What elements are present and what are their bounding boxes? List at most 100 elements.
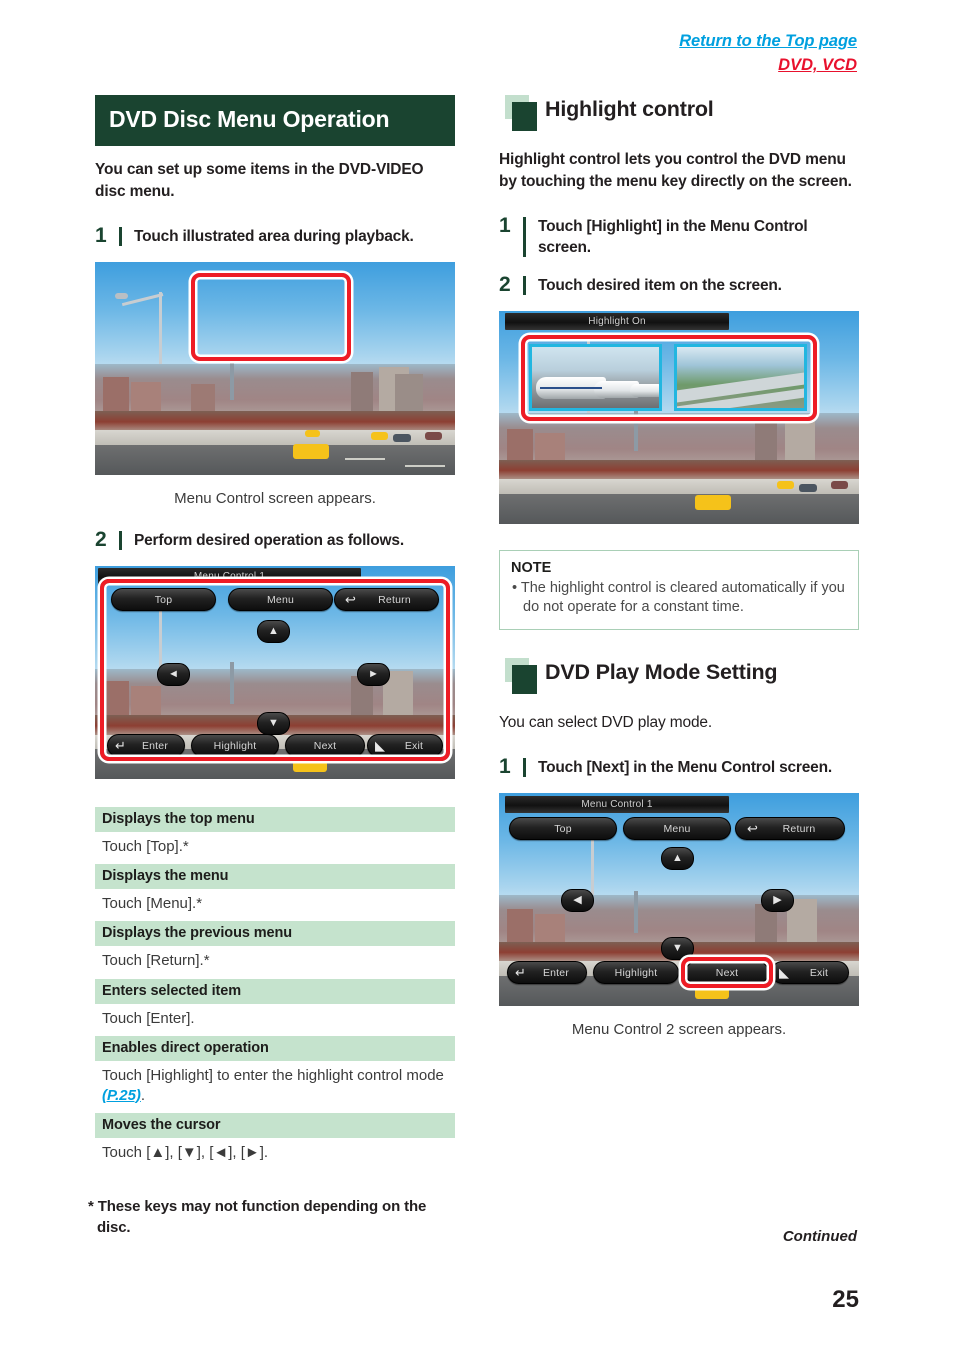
bullet-train-thumbnail[interactable] [529,343,662,411]
lamp-head [115,293,128,300]
step-divider-bar [119,531,122,551]
cursor-left-button[interactable]: ◀ [561,888,594,912]
step-instruction: Touch [Highlight] in the Menu Control sc… [538,218,808,257]
taxi-car [695,494,731,510]
top-navigation-links: Return to the Top page DVD, VCD [679,30,857,77]
roadway [499,494,859,524]
cursor-right-button[interactable]: ▶ [761,888,794,912]
taxi-car [371,432,388,441]
empire-state-spire [634,410,638,451]
note-item: • The highlight control is cleared autom… [512,579,845,616]
menu-button[interactable]: Menu [228,588,333,612]
left-column: DVD Disc Menu Operation You can set up s… [88,95,455,1238]
step-number: 2 [499,272,511,296]
top-menu-button[interactable]: Top [111,588,216,612]
step-instruction: Touch [Next] in the Menu Control screen. [538,758,832,776]
heading-marker-dark-square-icon [512,102,537,131]
taxi-car [293,758,327,773]
manual-page: Return to the Top page DVD, VCD DVD Disc… [0,0,954,1354]
def-body-moves-cursor: Touch [▲], [▼], [◄], [►]. [102,1143,269,1161]
enter-arrow-icon: ↵ [515,964,526,980]
screen-title-bar: Menu Control 1 [98,568,361,586]
def-head-enters-item: Enters selected item [95,978,455,1004]
enter-arrow-icon: ↵ [115,738,126,754]
dvd-play-mode-heading: DVD Play Mode Setting [499,657,859,698]
highlight-status-bar: Highlight On [505,312,729,330]
exit-icon: ◣ [779,964,789,980]
step-number: 1 [499,754,511,778]
roadway [95,445,455,476]
def-head-moves-cursor: Moves the cursor [95,1112,455,1138]
section-title: Highlight control [545,97,714,121]
step-instruction: Perform desired operation as follows. [134,532,404,550]
page-reference-link[interactable]: (P.25) [102,1087,141,1104]
dvd-play-mode-intro: You can select DVD play mode. [499,713,713,731]
aerial-highway-thumbnail[interactable] [674,343,807,411]
def-body-text-pre: Touch [Highlight] to enter the highlight… [102,1066,444,1084]
note-box: NOTE • The highlight control is cleared … [499,549,859,630]
def-body-text-post: . [140,1086,146,1104]
lane-marking [345,458,385,461]
def-body-menu: Touch [Menu].* [102,895,203,913]
highlight-button[interactable]: Highlight [191,734,279,758]
caption-menu-control-2-appears: Menu Control 2 screen appears. [571,1020,787,1038]
caption-menu-control-appears: Menu Control screen appears. [174,490,376,508]
left-step-2: 2 Perform desired operation as follows. [95,528,455,552]
step-divider-bar [523,757,526,777]
menu-control-1-screenshot: Menu Control 1 Top Menu Return ↩ ▲ ◄ ► ▼… [95,566,455,780]
step-divider-bar [119,227,122,247]
dvd-playback-screenshot [95,262,455,476]
empire-state-spire [634,890,638,933]
cursor-right-button[interactable]: ► [357,663,390,687]
def-head-menu: Displays the menu [95,864,455,890]
heading-marker-dark-square-icon [512,664,537,694]
next-button[interactable]: Next [685,960,769,984]
taxi-car [293,444,329,460]
cursor-down-button[interactable]: ▼ [257,712,290,736]
def-body-top-menu: Touch [Top].* [102,838,189,856]
exit-icon: ◣ [375,738,385,754]
return-arrow-icon: ↩ [747,820,758,836]
menu-button[interactable]: Menu [623,816,731,840]
taxi-car [777,480,794,489]
def-head-top-menu: Displays the top menu [95,807,455,833]
operations-definition-table: Displays the top menu Touch [Top].* Disp… [95,807,455,1170]
highlight-control-intro: Highlight control lets you control the D… [499,151,852,190]
lane-marking [405,465,445,468]
empire-state-spire [230,358,234,401]
step-number: 2 [95,528,107,552]
right-column: Highlight control Highlight control lets… [499,95,859,1038]
car [831,480,848,489]
return-arrow-icon: ↩ [345,592,356,608]
car [425,432,442,441]
def-head-direct-operation: Enables direct operation [95,1035,455,1061]
left-intro-text: You can set up some items in the DVD-VID… [95,161,424,200]
top-menu-button[interactable]: Top [509,816,617,840]
cursor-up-button[interactable]: ▲ [257,620,290,644]
train-car [630,383,659,397]
section-title: DVD Play Mode Setting [545,659,778,684]
play-mode-step-1: 1 Touch [Next] in the Menu Control scree… [499,755,859,779]
step-instruction: Touch illustrated area during playback. [134,228,414,245]
footnote-text: * These keys may not function depending … [88,1197,427,1236]
highlight-button[interactable]: Highlight [593,960,679,984]
def-body-direct-operation: Touch [Highlight] to enter the highlight… [95,1061,455,1113]
step-instruction: Touch desired item on the screen. [538,276,782,294]
dvd-vcd-link[interactable]: DVD, VCD [679,54,857,76]
car [393,434,411,443]
left-step-1: 1 Touch illustrated area during playback… [95,224,455,248]
cursor-down-button[interactable]: ▼ [661,936,694,960]
highlight-control-heading: Highlight control [499,95,859,135]
note-title: NOTE [511,559,552,576]
step-divider-bar [523,275,526,295]
highlight-on-screenshot: Highlight On [499,310,859,524]
taxi-car [695,984,729,999]
return-to-top-page-link[interactable]: Return to the Top page [679,30,857,52]
next-button[interactable]: Next [285,734,365,758]
cursor-left-button[interactable]: ◄ [157,663,190,687]
train-stripe [540,386,602,389]
empire-state-spire [230,662,234,705]
screen-title-bar: Menu Control 1 [505,795,729,813]
highlight-step-1: 1 Touch [Highlight] in the Menu Control … [499,214,859,259]
cursor-up-button[interactable]: ▲ [661,846,694,870]
